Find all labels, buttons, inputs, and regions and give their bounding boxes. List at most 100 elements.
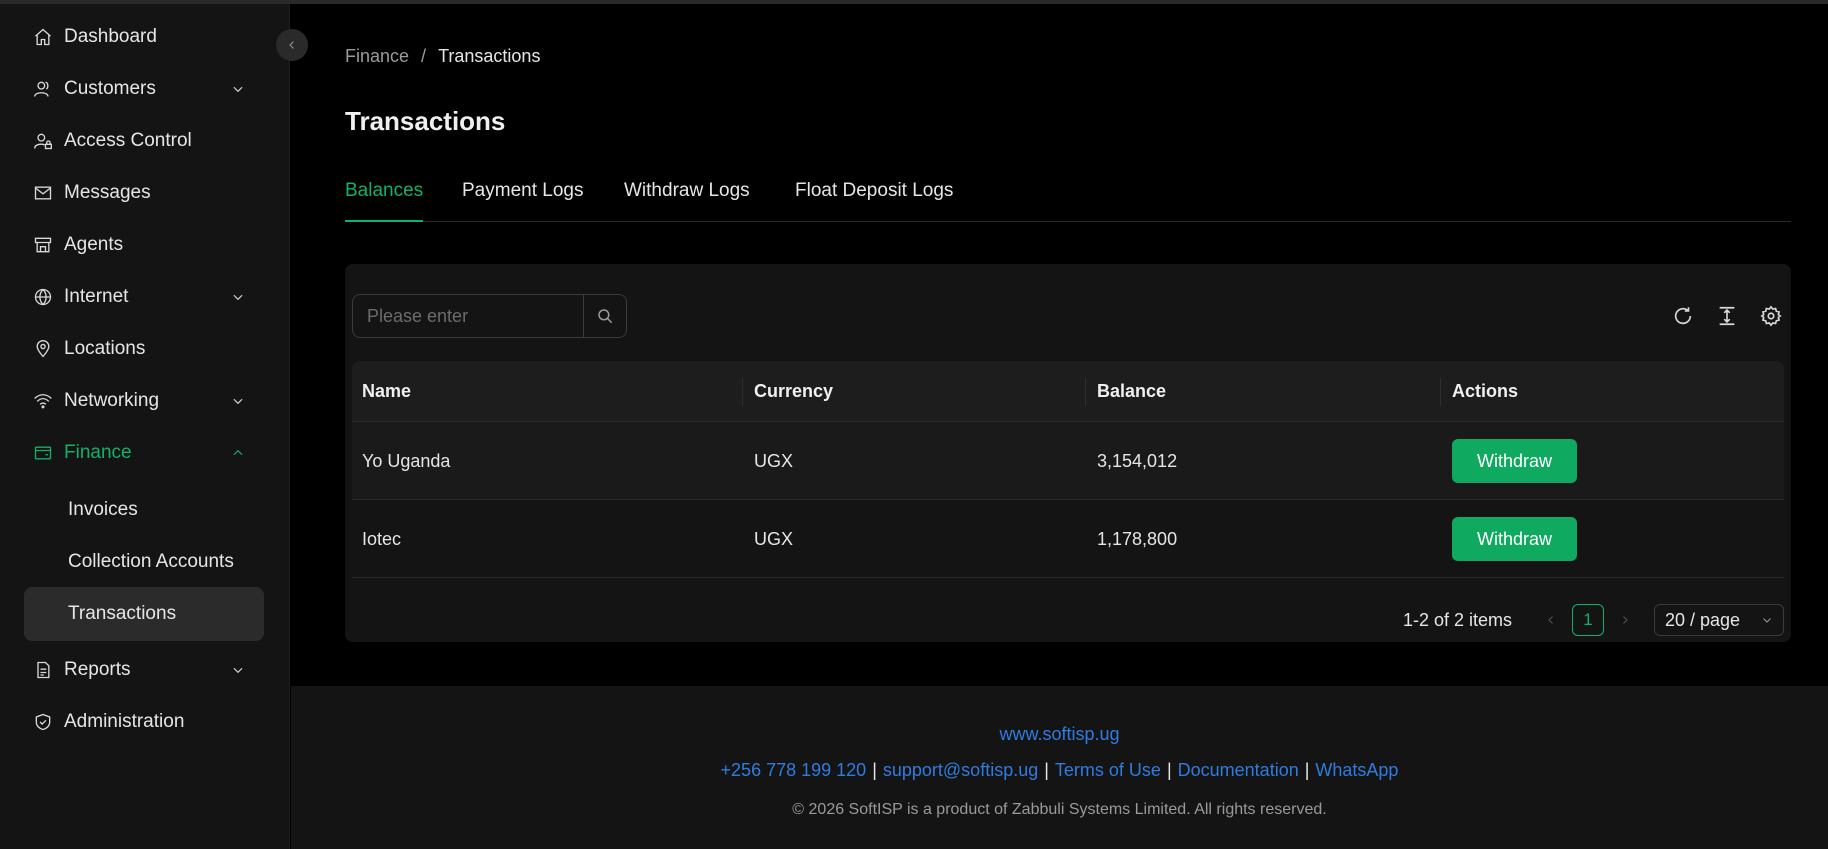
sidebar-item-label: Agents bbox=[64, 234, 124, 255]
wallet-icon bbox=[32, 442, 54, 464]
cell-currency: UGX bbox=[754, 528, 794, 549]
sidebar-item-agents[interactable]: Agents bbox=[24, 218, 264, 272]
tab-float-deposit-logs[interactable]: Float Deposit Logs bbox=[795, 180, 953, 222]
breadcrumb-finance[interactable]: Finance bbox=[345, 46, 409, 67]
cell-name: Yo Uganda bbox=[362, 450, 451, 471]
search-button[interactable] bbox=[583, 294, 627, 338]
tab-payment-logs[interactable]: Payment Logs bbox=[462, 180, 583, 222]
chevron-up-icon[interactable] bbox=[228, 443, 248, 463]
sidebar-item-networking[interactable]: Networking bbox=[24, 374, 264, 428]
sidebar-item-internet[interactable]: Internet bbox=[24, 270, 264, 324]
sidebar-subitem-transactions[interactable]: Transactions bbox=[24, 587, 264, 641]
tab-balances[interactable]: Balances bbox=[345, 180, 424, 222]
table-header: Name Currency Balance Actions bbox=[352, 361, 1784, 422]
sidebar-item-label: Locations bbox=[64, 338, 146, 359]
store-icon bbox=[32, 234, 54, 256]
user-lock-icon bbox=[32, 130, 54, 152]
sidebar-item-label: Reports bbox=[64, 659, 131, 680]
table-row: Iotec UGX 1,178,800 Withdraw bbox=[352, 500, 1784, 578]
search-input[interactable] bbox=[352, 294, 583, 338]
users-icon bbox=[32, 78, 54, 100]
chevron-down-icon[interactable] bbox=[228, 391, 248, 411]
withdraw-button[interactable]: Withdraw bbox=[1452, 517, 1577, 561]
footer-email-link[interactable]: support@softisp.ug bbox=[883, 760, 1038, 780]
mail-icon bbox=[32, 182, 54, 204]
footer: www.softisp.ug +256 778 199 120 | support@… bbox=[291, 686, 1828, 849]
footer-website-line: www.softisp.ug bbox=[291, 724, 1828, 745]
search-box bbox=[352, 294, 627, 338]
sidebar-item-finance[interactable]: Finance bbox=[24, 426, 264, 480]
page-size-select[interactable]: 20 / page bbox=[1654, 604, 1784, 636]
tab-bar: Balances Payment Logs Withdraw Logs Floa… bbox=[345, 170, 1791, 222]
footer-docs-link[interactable]: Documentation bbox=[1178, 760, 1299, 780]
sidebar-item-customers[interactable]: Customers bbox=[24, 62, 264, 116]
sidebar-subitem-collection-accounts[interactable]: Collection Accounts bbox=[24, 535, 264, 589]
report-icon bbox=[32, 659, 54, 681]
sidebar-item-label: Finance bbox=[64, 442, 132, 463]
sidebar-subitem-invoices[interactable]: Invoices bbox=[24, 483, 264, 537]
balances-card: Name Currency Balance Actions Yo Uganda … bbox=[345, 264, 1791, 642]
page-number-button[interactable]: 1 bbox=[1572, 604, 1604, 636]
breadcrumb: Finance / Transactions bbox=[345, 46, 540, 67]
sidebar-item-locations[interactable]: Locations bbox=[24, 322, 264, 376]
footer-whatsapp-link[interactable]: WhatsApp bbox=[1315, 760, 1398, 780]
sidebar-item-label: Administration bbox=[64, 711, 185, 732]
sidebar: Dashboard Customers Access Control Messa… bbox=[0, 4, 290, 849]
footer-separator: | bbox=[1166, 760, 1172, 780]
sidebar-item-label: Dashboard bbox=[64, 26, 157, 47]
column-header-balance[interactable]: Balance bbox=[1097, 361, 1166, 422]
sidebar-item-label: Customers bbox=[64, 78, 156, 99]
column-header-currency[interactable]: Currency bbox=[754, 361, 833, 422]
page-size-value: 20 / page bbox=[1665, 609, 1741, 630]
table-row: Yo Uganda UGX 3,154,012 Withdraw bbox=[352, 422, 1784, 500]
chevron-down-icon[interactable] bbox=[228, 660, 248, 680]
footer-separator: | bbox=[1304, 760, 1310, 780]
sidebar-item-dashboard[interactable]: Dashboard bbox=[24, 10, 264, 64]
sidebar-item-access-control[interactable]: Access Control bbox=[24, 114, 264, 168]
cell-actions: Withdraw bbox=[1452, 500, 1577, 578]
column-height-icon bbox=[1719, 306, 1735, 326]
sidebar-item-label: Access Control bbox=[64, 130, 192, 151]
sidebar-item-label: Messages bbox=[64, 182, 151, 203]
footer-copyright-line: © 2026 SoftISP is a product of Zabbuli S… bbox=[291, 798, 1828, 819]
prev-page-button[interactable] bbox=[1542, 611, 1560, 629]
table-toolbar bbox=[1671, 304, 1783, 328]
chevron-left-icon bbox=[1548, 616, 1553, 624]
footer-terms-link[interactable]: Terms of Use bbox=[1055, 760, 1161, 780]
chevron-right-icon bbox=[1623, 616, 1628, 624]
chevron-down-icon[interactable] bbox=[228, 79, 248, 99]
wifi-icon bbox=[32, 390, 54, 412]
sidebar-item-label: Networking bbox=[64, 390, 160, 411]
sidebar-item-administration[interactable]: Administration bbox=[24, 695, 264, 749]
pagination: 1-2 of 2 items 1 20 / page bbox=[1403, 603, 1784, 637]
reload-button[interactable] bbox=[1671, 304, 1695, 328]
breadcrumb-current: Transactions bbox=[438, 46, 541, 66]
cell-name: Iotec bbox=[362, 528, 402, 549]
tab-withdraw-logs[interactable]: Withdraw Logs bbox=[624, 180, 750, 222]
chevron-down-icon[interactable] bbox=[228, 287, 248, 307]
column-header-name[interactable]: Name bbox=[362, 361, 411, 422]
settings-button[interactable] bbox=[1759, 304, 1783, 328]
globe-icon bbox=[32, 286, 54, 308]
column-header-actions: Actions bbox=[1452, 381, 1519, 401]
sidebar-item-label: Internet bbox=[64, 286, 129, 307]
footer-separator: | bbox=[872, 760, 877, 780]
breadcrumb-separator: / bbox=[421, 46, 427, 66]
reload-icon bbox=[1674, 307, 1692, 325]
density-button[interactable] bbox=[1715, 304, 1739, 328]
sidebar-item-reports[interactable]: Reports bbox=[24, 643, 264, 697]
column-divider bbox=[1440, 378, 1441, 406]
footer-phone-link[interactable]: +256 778 199 120 bbox=[721, 760, 867, 780]
pagination-total: 1-2 of 2 items bbox=[1402, 609, 1512, 630]
column-divider bbox=[742, 378, 743, 406]
location-pin-icon bbox=[32, 338, 54, 360]
chevron-left-icon bbox=[289, 41, 294, 49]
sidebar-item-messages[interactable]: Messages bbox=[24, 166, 264, 220]
column-divider bbox=[1085, 378, 1086, 406]
next-page-button[interactable] bbox=[1616, 611, 1634, 629]
cell-balance: 1,178,800 bbox=[1097, 528, 1178, 549]
page-title: Transactions bbox=[345, 106, 506, 136]
withdraw-button[interactable]: Withdraw bbox=[1452, 439, 1577, 483]
footer-website-link[interactable]: www.softisp.ug bbox=[999, 724, 1119, 744]
sidebar-collapse-button[interactable] bbox=[276, 29, 308, 61]
